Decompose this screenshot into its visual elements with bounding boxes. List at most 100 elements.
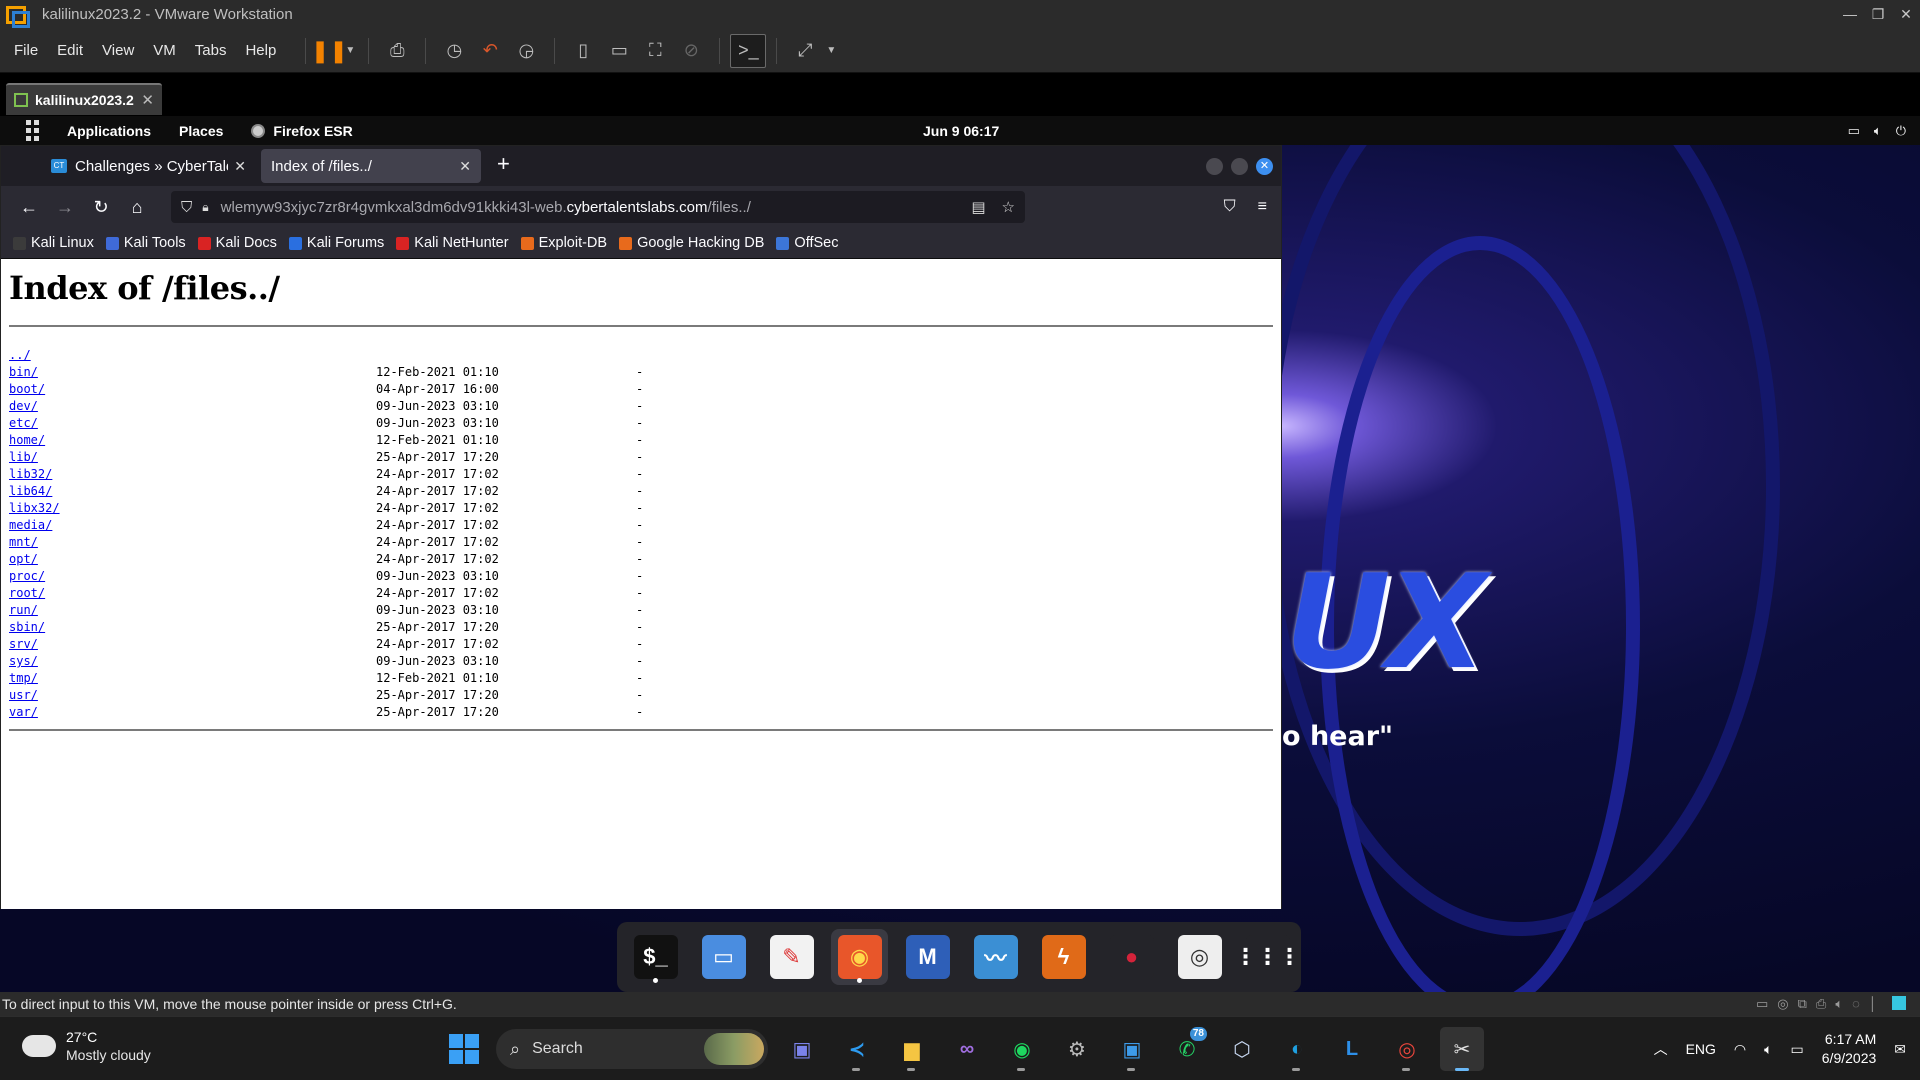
message-log-icon[interactable] [1892,996,1906,1010]
console-view-icon[interactable]: >_ [730,33,767,68]
battery-icon[interactable]: ▭ [1791,1041,1804,1058]
directory-link[interactable]: opt/ [9,551,376,568]
menu-vm[interactable]: VM [153,42,176,59]
bookmark-item[interactable]: Kali Tools [105,235,186,251]
directory-link[interactable]: sbin/ [9,619,376,636]
display-icon[interactable]: │ [1869,996,1877,1012]
menu-file[interactable]: File [14,42,38,59]
directory-link[interactable]: tmp/ [9,670,376,687]
menu-edit[interactable]: Edit [57,42,83,59]
menu-help[interactable]: Help [245,42,276,59]
close-icon[interactable]: ✕ [1256,158,1273,175]
network-adapter-icon[interactable]: ⧉ [1798,996,1807,1012]
bookmark-item[interactable]: Google Hacking DB [619,235,764,251]
directory-link[interactable]: boot/ [9,381,376,398]
directory-link[interactable]: etc/ [9,415,376,432]
vm-tab-close-icon[interactable]: ✕ [141,91,154,109]
bookmark-item[interactable]: Kali Linux [13,235,94,251]
settings-icon[interactable]: ⚙ [1055,1027,1099,1071]
weather-widget[interactable]: 27°C Mostly cloudy [19,1027,151,1064]
dock-item[interactable]: ◎ [1171,929,1228,985]
url-bar[interactable]: ⛉ 🔒︎ wlemyw93xjyc7zr8r4gvmkxal3dm6dv91kk… [171,191,1025,223]
snipping-tool-icon[interactable]: ✂ [1440,1027,1484,1071]
bookmark-star-icon[interactable]: ☆ [1002,198,1015,216]
directory-link[interactable]: root/ [9,585,376,602]
browser-tab[interactable]: CT Challenges » CyberTalent ✕ [41,149,256,183]
visual-studio-icon[interactable]: ∞ [945,1027,989,1071]
directory-link[interactable]: lib32/ [9,466,376,483]
directory-link[interactable]: proc/ [9,568,376,585]
directory-link[interactable]: lib64/ [9,483,376,500]
thumbnail-bar-icon[interactable]: ▭ [601,34,637,68]
bookmark-item[interactable]: Kali Docs [197,235,277,251]
volume-icon[interactable]: 🔈︎ [1874,123,1882,139]
directory-link[interactable]: var/ [9,704,376,721]
restore-icon[interactable]: ❐ [1864,6,1892,23]
printer-icon[interactable]: ⎙ [1816,996,1826,1012]
minimize-icon[interactable]: — [1836,6,1864,23]
places-menu[interactable]: Places [179,123,223,139]
browser-tab-active[interactable]: Index of /files../ ✕ [261,149,481,183]
directory-link[interactable]: dev/ [9,398,376,415]
dock-item[interactable]: $_ [627,929,684,985]
active-app-label[interactable]: Firefox ESR [273,123,352,139]
reload-icon[interactable]: ↻ [83,197,119,218]
file-explorer-icon[interactable]: ▆ [890,1027,934,1071]
display-icon[interactable]: ▭ [1848,123,1860,139]
clock[interactable]: 6:17 AM 6/9/2023 [1822,1030,1877,1068]
bookmark-item[interactable]: Exploit-DB [520,235,607,251]
tab-close-icon[interactable]: ✕ [459,158,471,175]
language-indicator[interactable]: ENG [1686,1041,1716,1057]
meet-icon[interactable]: ▣ [780,1027,824,1071]
pause-dropdown-icon[interactable]: ▼ [342,34,358,68]
bookmark-item[interactable]: Kali Forums [288,235,384,251]
l-app-icon[interactable]: L [1330,1027,1374,1071]
dock-item[interactable]: ⋮⋮⋮ [1235,929,1301,985]
directory-link[interactable]: mnt/ [9,534,376,551]
panel-clock[interactable]: Jun 9 06:17 [923,123,999,139]
tracking-protection-icon[interactable]: ⛉ [181,199,192,216]
send-ctrl-alt-del-icon[interactable]: ⎙ [379,34,415,68]
unity-icon[interactable]: ⊘ [673,34,709,68]
edge-icon[interactable]: ◐ [1275,1027,1319,1071]
wifi-icon[interactable]: ◠ [1734,1041,1746,1058]
back-icon[interactable]: ← [11,197,47,218]
reader-view-icon[interactable]: ▤ [971,198,985,216]
directory-link[interactable]: media/ [9,517,376,534]
bookmark-item[interactable]: Kali NetHunter [396,235,509,251]
stretch-dropdown-icon[interactable]: ▼ [823,34,839,68]
spotify-icon[interactable]: ◉ [1000,1027,1044,1071]
vm-tab[interactable]: kalilinux2023.2 ✕ [6,83,162,115]
new-tab-icon[interactable]: + [497,151,510,177]
directory-link[interactable]: srv/ [9,636,376,653]
dock-item[interactable]: ▭ [695,929,752,985]
chrome-icon[interactable]: ◎ [1385,1027,1429,1071]
vmware-icon[interactable]: ▣ [1110,1027,1154,1071]
pocket-icon[interactable]: ⛉ [1224,198,1236,216]
tab-close-icon[interactable]: ✕ [234,158,246,175]
hard-disk-icon[interactable]: ▭ [1756,996,1768,1012]
parent-directory-link[interactable]: ../ [9,347,376,364]
minimize-icon[interactable] [1206,158,1223,175]
directory-link[interactable]: usr/ [9,687,376,704]
vscode-icon[interactable]: ≺ [835,1027,879,1071]
lock-icon[interactable]: 🔒︎ [202,200,208,215]
directory-link[interactable]: bin/ [9,364,376,381]
maximize-icon[interactable] [1231,158,1248,175]
cd-drive-icon[interactable]: ◎ [1777,996,1788,1012]
snapshot-manager-icon[interactable]: ◶ [508,34,544,68]
directory-link[interactable]: libx32/ [9,500,376,517]
menu-view[interactable]: View [102,42,134,59]
dock-item[interactable]: ● [1103,929,1160,985]
whatsapp-icon[interactable]: ✆ 78 [1165,1027,1209,1071]
sound-card-icon[interactable]: 🔈︎ [1835,996,1843,1012]
notifications-icon[interactable]: ✉ [1894,1041,1906,1058]
home-icon[interactable]: ⌂ [119,197,155,218]
snapshot-icon[interactable]: ◷ [436,34,472,68]
dock-item[interactable]: ◉ [831,929,888,985]
virtualbox-icon[interactable]: ⬡ [1220,1027,1264,1071]
dock-item[interactable]: ✎ [763,929,820,985]
dock-item[interactable]: M [899,929,956,985]
forward-icon[interactable]: → [47,197,83,218]
stretch-guest-icon[interactable]: ⤢ [787,34,823,68]
